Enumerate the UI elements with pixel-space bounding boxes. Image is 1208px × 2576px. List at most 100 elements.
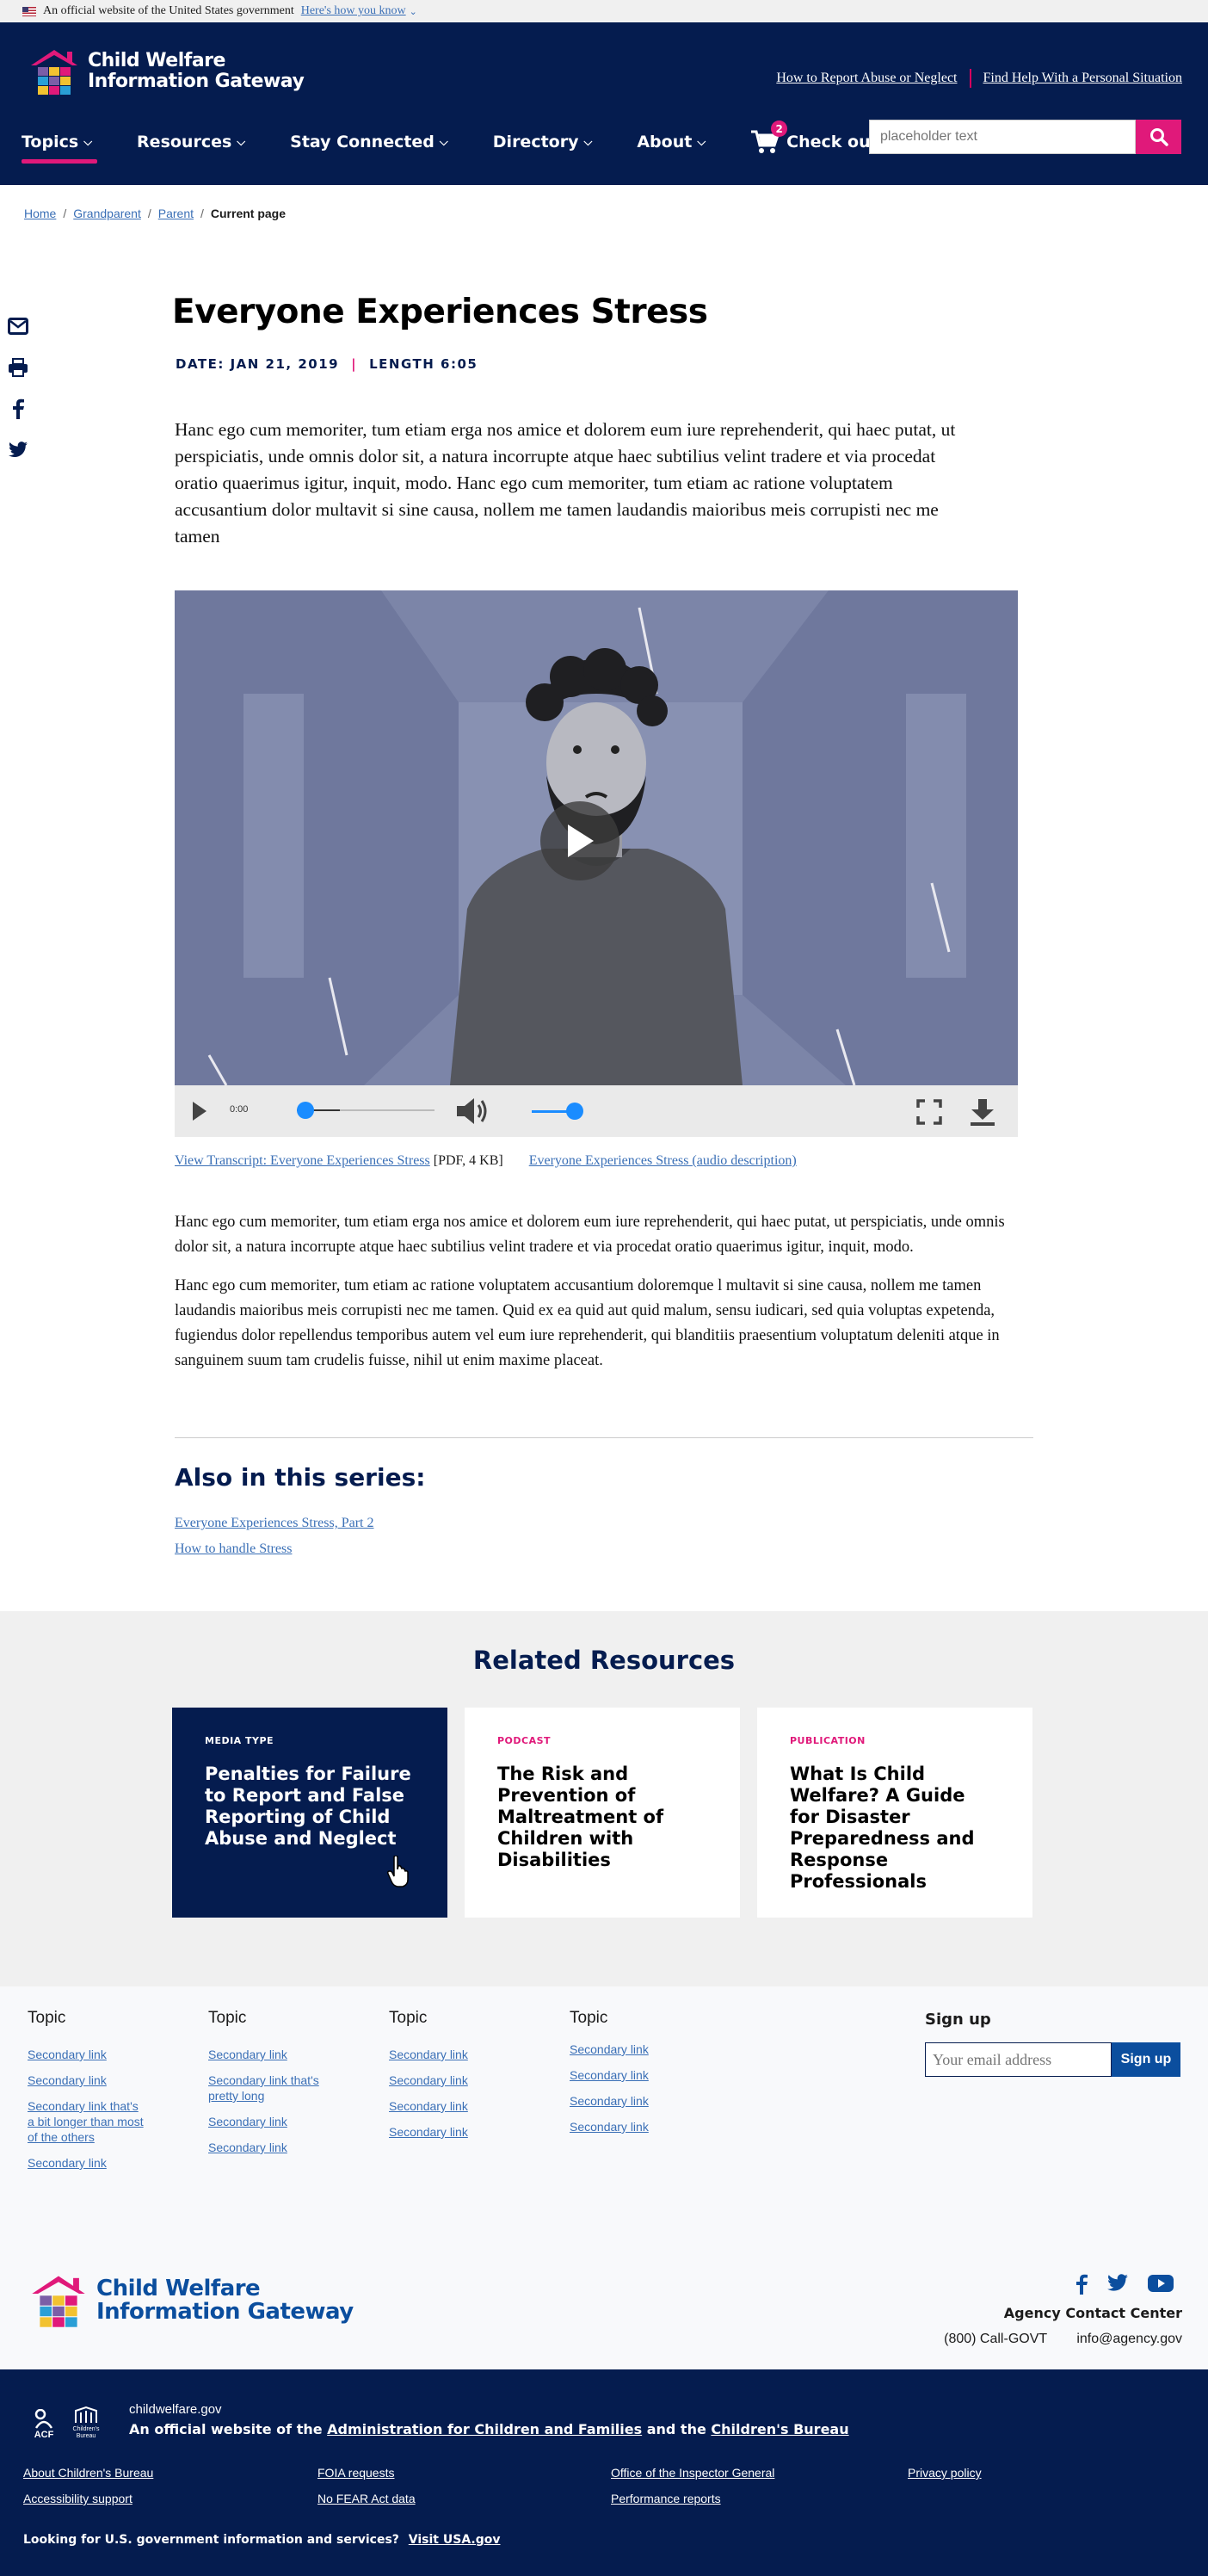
identifier-link[interactable]: Accessibility support [23,2492,133,2505]
footer-link[interactable]: Secondary link [208,2047,329,2062]
progress-thumb[interactable] [297,1102,314,1119]
volume-button[interactable] [455,1096,490,1131]
footer-link[interactable]: Secondary link [389,2047,509,2062]
play-button[interactable] [192,1101,207,1126]
breadcrumb-separator: / [63,207,67,220]
progress-slider[interactable] [297,1102,435,1119]
footer-logo-line2: Information Gateway [96,2299,354,2325]
footer-link[interactable]: Secondary link [28,2047,148,2062]
twitter-share-button[interactable] [5,429,31,471]
fullscreen-button[interactable] [916,1099,942,1129]
signup-button[interactable]: Sign up [1112,2042,1180,2077]
identifier-link[interactable]: Performance reports [611,2492,721,2505]
big-play-button[interactable] [540,801,619,880]
identifier-link[interactable]: FOIA requests [317,2466,394,2480]
search-button[interactable] [1136,120,1181,154]
breadcrumb-home[interactable]: Home [24,207,56,220]
site-domain: childwelfare.gov [129,2402,222,2417]
email-field[interactable] [925,2042,1112,2077]
download-button[interactable] [968,1097,997,1131]
series-link[interactable]: How to handle Stress [175,1536,425,1562]
article-length: LENGTH 6:05 [369,356,478,372]
footer-link[interactable]: Secondary link that's a bit longer than … [28,2098,148,2145]
nav-directory-label: Directory [492,133,579,151]
related-card[interactable]: PODCAST The Risk and Prevention of Maltr… [465,1708,740,1918]
footer-link[interactable]: Secondary link [570,2093,690,2109]
chevron-down-icon: ⌵ [83,135,93,149]
heres-how-you-know-link[interactable]: Here's how you know [301,4,406,18]
footer-link[interactable]: Secondary link [208,2114,329,2129]
facebook-share-button[interactable] [5,388,31,429]
usa-gov-text: Looking for U.S. government information … [23,2533,399,2547]
pointer-cursor-icon [387,1856,409,1887]
fullscreen-icon [916,1099,942,1125]
volume-slider[interactable] [532,1103,583,1120]
contact-email[interactable]: info@agency.gov [1076,2332,1182,2346]
contact-phone[interactable]: (800) Call-GOVT [944,2332,1047,2346]
logo-house-icon [31,50,77,95]
print-button[interactable] [5,347,31,388]
nav-topics[interactable]: Topics ⌵ [22,133,98,164]
footer-nav: Topic Secondary link Secondary link Seco… [0,1986,1208,2245]
site-logo[interactable]: Child Welfare Information Gateway [28,46,305,96]
acf-link[interactable]: Administration for Children and Families [327,2421,642,2437]
contact-heading: Agency Contact Center [1003,2305,1182,2321]
footer-link[interactable]: Secondary link [570,2067,690,2083]
search-input[interactable] [870,120,1135,153]
nav-directory[interactable]: Directory ⌵ [493,133,593,151]
identifier-link[interactable]: Office of the Inspector General [611,2466,774,2480]
nav-stay-connected[interactable]: Stay Connected ⌵ [290,133,448,151]
article-main: Everyone Experiences Stress DATE: JAN 21… [172,293,1032,550]
youtube-icon[interactable] [1148,2274,1174,2293]
official-prefix: An official website of the [129,2421,323,2437]
usa-gov-link[interactable]: Visit USA.gov [409,2533,501,2547]
footer-link[interactable]: Secondary link that's pretty long [208,2073,329,2103]
nav-resources[interactable]: Resources ⌵ [137,133,245,151]
footer-logo[interactable]: Child Welfare Information Gateway [28,2272,354,2329]
series-heading: Also in this series: [175,1463,426,1492]
email-share-button[interactable] [5,306,31,347]
acf-logo[interactable]: ACF [29,2402,59,2440]
card-type: PUBLICATION [790,1735,866,1746]
breadcrumb-separator: / [200,207,204,220]
audio-description-link[interactable]: Everyone Experiences Stress (audio descr… [529,1153,797,1169]
breadcrumb-parent[interactable]: Parent [158,207,194,220]
footer-column-heading: Topic [570,2009,608,2027]
childrens-bureau-logo[interactable]: Children's Bureau [67,2402,105,2440]
video-controls: 0:00 [175,1085,1018,1137]
gov-banner: An official website of the United States… [0,0,1208,22]
facebook-icon[interactable] [1075,2274,1088,2295]
footer-link[interactable]: Secondary link [28,2155,148,2171]
breadcrumb-grandparent[interactable]: Grandparent [73,207,141,220]
footer-link[interactable]: Secondary link [28,2073,148,2088]
identifier-link[interactable]: No FEAR Act data [317,2492,416,2505]
related-card[interactable]: MEDIA TYPE Penalties for Failure to Repo… [172,1708,447,1918]
identifier-link[interactable]: Privacy policy [908,2466,982,2480]
footer-link[interactable]: Secondary link [570,2119,690,2134]
nav-about-label: About [637,133,693,151]
transcript-meta: [PDF, 4 KB] [433,1153,503,1168]
childrens-bureau-link[interactable]: Children's Bureau [711,2421,848,2437]
related-card[interactable]: PUBLICATION What Is Child Welfare? A Gui… [757,1708,1032,1918]
cart-count-badge: 2 [771,120,788,137]
video-frame[interactable] [175,590,1018,1085]
footer-column: Topic Secondary link Secondary link Seco… [28,2009,148,2181]
find-help-link[interactable]: Find Help With a Personal Situation [983,71,1183,86]
footer-link[interactable]: Secondary link [389,2073,509,2088]
signup-form: Sign up Sign up [925,2011,1180,2077]
main-nav: Topics ⌵ Resources ⌵ Stay Connected ⌵ Direc… [22,120,878,164]
transcript-link[interactable]: View Transcript: Everyone Experiences St… [175,1153,430,1169]
report-abuse-link[interactable]: How to Report Abuse or Neglect [776,71,957,86]
series-link[interactable]: Everyone Experiences Stress, Part 2 [175,1510,425,1536]
cart-label: Check out [786,133,878,151]
volume-thumb[interactable] [566,1103,583,1120]
footer-link[interactable]: Secondary link [389,2098,509,2114]
footer-link[interactable]: Secondary link [389,2124,509,2140]
gov-identifier: ACF Children's Bureau childwelfare.gov A… [0,2369,1208,2576]
identifier-link[interactable]: About Children's Bureau [23,2466,153,2480]
twitter-icon[interactable] [1106,2274,1129,2293]
nav-about[interactable]: About ⌵ [637,133,706,151]
footer-link[interactable]: Secondary link [570,2042,690,2057]
cart-checkout-button[interactable]: 2 Check out [750,120,878,155]
footer-link[interactable]: Secondary link [208,2140,329,2155]
